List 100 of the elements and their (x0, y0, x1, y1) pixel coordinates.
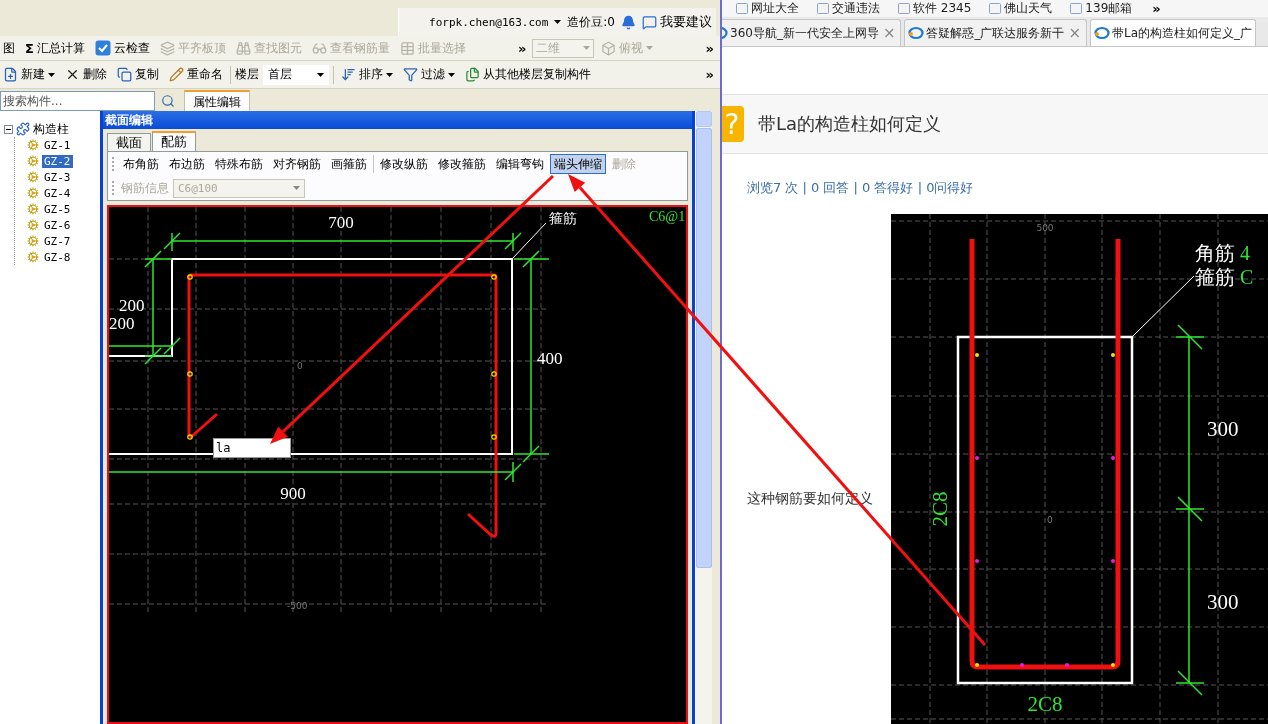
tab-icon (908, 26, 925, 40)
caret-icon (448, 72, 455, 77)
dimension-label: 400 (537, 349, 563, 368)
overflow-button[interactable]: » (1150, 1, 1163, 16)
dimension-label: 300 (1207, 417, 1239, 441)
rebar-point (187, 274, 193, 280)
rebar-point (975, 559, 979, 563)
gear-icon (27, 235, 39, 247)
input-field[interactable]: la (213, 438, 291, 458)
rebar-info-label: 钢筋信息 (121, 179, 169, 197)
bookmark-icon (1070, 3, 1083, 14)
rebar-point (491, 434, 497, 440)
tool-button[interactable]: 修改箍筋 (434, 154, 490, 174)
leader-line (511, 222, 547, 260)
floor-select[interactable]: 首层 (263, 64, 329, 85)
caret-icon (583, 46, 591, 50)
grid-label: 0 (297, 361, 303, 371)
dimension-label: 900 (280, 484, 306, 503)
callout-label: 箍筋 (549, 210, 577, 226)
bookmark-link[interactable]: 139邮箱 (1070, 0, 1133, 17)
overflow-button[interactable]: » (703, 67, 716, 82)
tree-item[interactable]: GZ-1 (42, 138, 73, 152)
tree-item[interactable]: GZ-3 (42, 170, 73, 184)
tree-item[interactable]: GZ-8 (42, 250, 73, 264)
toolbar-button[interactable]: 过滤 (400, 64, 458, 85)
bookmark-icon (817, 3, 829, 14)
tree-item[interactable]: GZ-4 (42, 186, 73, 200)
sort-icon (341, 67, 356, 82)
tool-button[interactable]: 端头伸缩 (550, 154, 606, 174)
tree-item[interactable]: GZ-2 (42, 154, 73, 168)
tool-button[interactable]: 修改纵筋 (376, 154, 432, 174)
filter-icon (403, 67, 418, 82)
copy-icon (117, 67, 132, 82)
bookmark-link[interactable]: 软件 2345 (898, 0, 972, 17)
browser-tab[interactable]: 带La的构造柱如何定义_广 (1090, 19, 1257, 46)
toolbar-button[interactable]: Σ 汇总计算 (22, 37, 88, 59)
dialog-tab[interactable]: 配筋 (152, 131, 196, 151)
toolbar-button[interactable]: 排序 (338, 64, 396, 85)
callout-label: 箍筋 (1195, 265, 1235, 289)
cross-icon (65, 67, 80, 82)
grid-label: 500 (1036, 223, 1054, 233)
gear-icon (27, 203, 39, 215)
toolbar-button[interactable]: 重命名 (166, 64, 226, 85)
tool-button[interactable]: 画箍筋 (327, 154, 371, 174)
browser-tab[interactable]: 360导航_新一代安全上网导 × (722, 19, 902, 46)
gear-icon (27, 155, 39, 167)
toolbar-button[interactable]: 删除 (62, 64, 110, 85)
floor-label: 楼层 (235, 66, 259, 83)
dimension-label: 200 (119, 296, 145, 315)
message-icon (642, 14, 657, 30)
question-title: 带La的构造柱如何定义 (758, 112, 942, 136)
toolbar-button[interactable]: 图 (0, 37, 18, 59)
files-icon (465, 67, 480, 82)
rebar-point (975, 353, 979, 357)
toolbar-button[interactable]: 复制 (114, 64, 162, 85)
rebar-point (491, 371, 497, 377)
bookmark-link[interactable]: 网址大全 (736, 0, 799, 17)
collapse-icon[interactable] (4, 124, 13, 134)
overflow-button[interactable]: » (516, 40, 529, 56)
rebar-point (1020, 663, 1024, 667)
binoculars-icon (235, 40, 251, 56)
account-email[interactable]: forpk.chen@163.com (429, 15, 549, 29)
tool-button[interactable]: 编辑弯钩 (492, 154, 548, 174)
rebar-point (1111, 353, 1115, 357)
bookmark-link[interactable]: 佛山天气 (989, 0, 1053, 17)
property-tab[interactable]: 属性编辑 (184, 90, 250, 111)
rebar-point (1111, 663, 1115, 667)
tab-title: 带La的构造柱如何定义_广 (1112, 24, 1253, 42)
tool-button[interactable]: 特殊布筋 (211, 154, 267, 174)
overflow-button[interactable]: » (703, 40, 716, 56)
tool-button[interactable]: 布角筋 (119, 154, 163, 174)
caret-icon (554, 20, 562, 24)
tool-button[interactable]: 布边筋 (165, 154, 209, 174)
drawing-canvas[interactable]: 700 200 200 400 900 0 -500 箍筋 C6@1 la (107, 205, 688, 724)
gear-icon (27, 171, 39, 183)
toolbar-button[interactable]: 从其他楼层复制构件 (462, 64, 594, 85)
browser-tab[interactable]: 答疑解惑_广联达服务新干 × (904, 19, 1088, 46)
bean-balance: 造价豆:0 (567, 13, 615, 31)
gear-icon (27, 187, 39, 199)
tree-item[interactable]: GZ-7 (42, 234, 73, 248)
tab-title: 答疑解惑_广联达服务新干 (926, 24, 1065, 42)
feedback-button[interactable]: 我要建议 (642, 13, 712, 31)
bookmark-link[interactable]: 交通违法 (817, 0, 880, 17)
toolbar-button[interactable]: 新建 (0, 64, 58, 85)
toolbar-button[interactable]: 云检查 (91, 37, 153, 59)
tree-item[interactable]: GZ-6 (42, 218, 73, 232)
puzzle-icon (16, 122, 30, 136)
rebar-point (975, 663, 979, 667)
tree-item[interactable]: 构造柱 (33, 120, 69, 138)
caret-icon (646, 46, 654, 50)
dialog-tab[interactable]: 截面 (107, 133, 151, 151)
bell-icon[interactable] (621, 14, 636, 30)
tree-item[interactable]: GZ-5 (42, 202, 73, 216)
bookmark-icon (898, 3, 910, 14)
scrollbar[interactable] (696, 111, 712, 724)
bookmark-icon (989, 3, 1002, 14)
caret-icon (293, 186, 300, 190)
search-field[interactable]: 搜索构件... (0, 91, 155, 111)
rebar-point (187, 434, 193, 440)
tool-button[interactable]: 对齐钢筋 (269, 154, 325, 174)
